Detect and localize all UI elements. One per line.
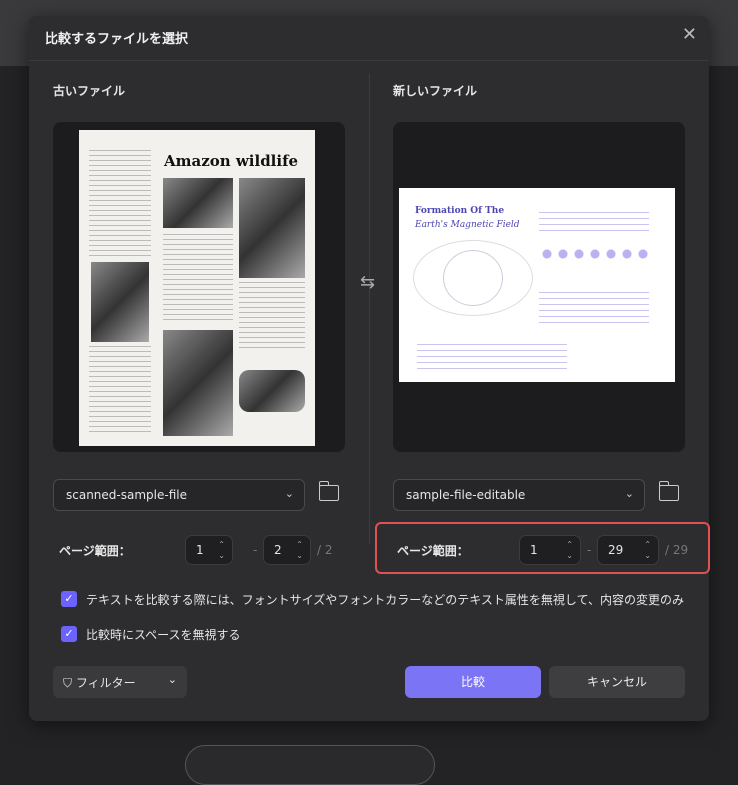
stepper-arrows-icon: ⌃ ⌄ (566, 540, 573, 560)
old-document-thumbnail: Amazon wildlife (79, 130, 315, 446)
ignore-text-attributes-checkbox[interactable]: ✓ (61, 591, 77, 607)
range-dash: - (253, 543, 258, 557)
compare-button[interactable]: 比較 (405, 666, 541, 698)
new-file-label: 新しいファイル (393, 84, 478, 98)
divider (29, 60, 709, 61)
stepper-arrows-icon: ⌃ ⌄ (644, 540, 651, 560)
old-to-page-stepper[interactable]: 2 ⌃ ⌄ (263, 535, 311, 565)
close-icon[interactable]: ✕ (682, 24, 697, 45)
ignore-spaces-checkbox[interactable]: ✓ (61, 626, 77, 642)
new-file-preview: Formation Of The Earth's Magnetic Field (393, 122, 685, 452)
new-document-thumbnail: Formation Of The Earth's Magnetic Field (399, 188, 675, 382)
chevron-down-icon: ⌄ (284, 487, 294, 500)
range-dash: - (587, 543, 592, 557)
new-from-page-stepper[interactable]: 1 ⌃ ⌄ (519, 535, 581, 565)
ignore-spaces-label: 比較時にスペースを無視する (86, 628, 241, 642)
stepper-arrows-icon: ⌃ ⌄ (296, 540, 303, 560)
swap-icon[interactable]: ⇆ (360, 272, 375, 293)
folder-icon[interactable] (659, 481, 679, 501)
new-file-select[interactable]: sample-file-editable ⌄ (393, 479, 645, 511)
old-file-preview: Amazon wildlife (53, 122, 345, 452)
old-total-pages: / 2 (317, 543, 333, 557)
cancel-button[interactable]: キャンセル (549, 666, 685, 698)
old-file-select[interactable]: scanned-sample-file ⌄ (53, 479, 305, 511)
chevron-down-icon: ⌄ (167, 673, 177, 686)
doc-subtitle: Earth's Magnetic Field (415, 220, 520, 230)
old-from-page-stepper[interactable]: 1 ⌃ ⌄ (185, 535, 233, 565)
new-page-range-label: ページ範囲： (397, 544, 469, 558)
divider (369, 74, 370, 544)
new-to-page-stepper[interactable]: 29 ⌃ ⌄ (597, 535, 659, 565)
folder-icon[interactable] (319, 481, 339, 501)
old-file-label: 古いファイル (53, 84, 126, 98)
old-page-range-label: ページ範囲： (59, 544, 131, 558)
compare-files-dialog: 比較するファイルを選択 ✕ ⇆ 古いファイル 新しいファイル Amazon wi… (29, 16, 710, 721)
stepper-arrows-icon: ⌃ ⌄ (218, 540, 225, 560)
chevron-down-icon: ⌄ (624, 487, 634, 500)
background-control (185, 745, 435, 785)
new-file-name: sample-file-editable (406, 488, 526, 502)
filter-icon: ⛉ (63, 676, 76, 690)
doc-title: Formation Of The (415, 206, 505, 216)
doc-title: Amazon wildlife (164, 152, 299, 170)
dialog-title: 比較するファイルを選択 (45, 32, 189, 47)
old-file-name: scanned-sample-file (66, 488, 187, 502)
new-total-pages: / 29 (665, 543, 689, 557)
ignore-text-attributes-label: テキストを比較する際には、フォントサイズやフォントカラーなどのテキスト属性を無視… (86, 593, 684, 607)
filter-button[interactable]: ⛉ フィルター ⌄ (53, 666, 187, 698)
